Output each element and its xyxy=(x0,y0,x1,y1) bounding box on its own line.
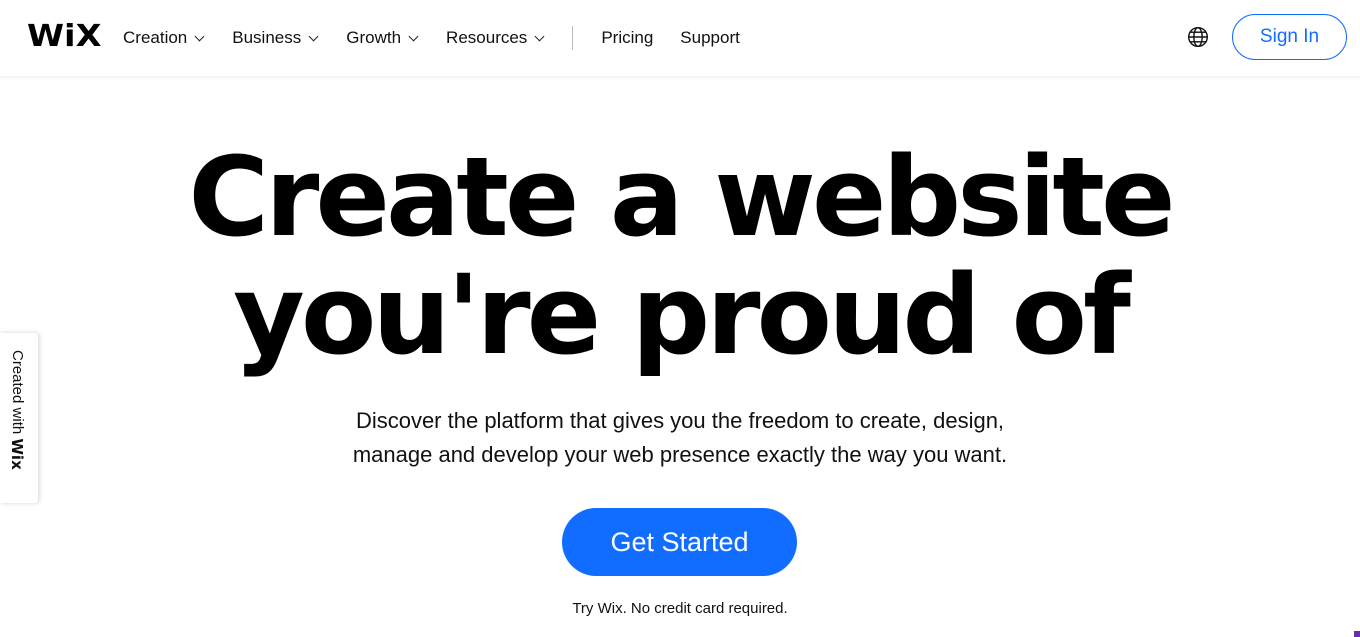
nav-item-resources[interactable]: Resources xyxy=(446,28,545,48)
main-nav: Creation Business Growth Resources Prici… xyxy=(123,0,740,76)
nav-item-label: Creation xyxy=(123,28,188,47)
nav-divider xyxy=(572,26,574,50)
hero-title-line-1: Create a website xyxy=(188,133,1175,261)
nav-item-label: Growth xyxy=(346,28,402,47)
chevron-down-icon xyxy=(194,31,205,41)
wix-logo[interactable]: WiX xyxy=(27,20,101,54)
nav-item-label: Resources xyxy=(446,28,528,47)
chevron-down-icon xyxy=(534,31,545,41)
nav-item-label: Support xyxy=(680,28,740,47)
sign-in-button[interactable]: Sign In xyxy=(1232,14,1347,60)
nav-item-label: Business xyxy=(232,28,302,47)
nav-item-business[interactable]: Business xyxy=(232,28,319,48)
nav-item-growth[interactable]: Growth xyxy=(346,28,419,48)
nav-item-pricing[interactable]: Pricing xyxy=(601,28,653,48)
get-started-button[interactable]: Get Started xyxy=(562,508,797,576)
no-credit-card-note: Try Wix. No credit card required. xyxy=(572,600,788,617)
top-navigation-bar: WiX Creation Business Growth Resources P… xyxy=(0,0,1360,76)
nav-item-creation[interactable]: Creation xyxy=(123,28,205,48)
chevron-down-icon xyxy=(308,31,319,41)
chevron-down-icon xyxy=(408,31,419,41)
globe-icon[interactable] xyxy=(1187,26,1209,48)
hero-subtitle-line-2: manage and develop your web presence exa… xyxy=(352,442,1008,467)
nav-item-support[interactable]: Support xyxy=(680,28,740,48)
hero-subtitle: Discover the platform that gives you the… xyxy=(0,404,1360,472)
hero-subtitle-line-1: Discover the platform that gives you the… xyxy=(355,408,1005,433)
hero-title-line-2: you're proud of xyxy=(233,251,1131,379)
hero-title: Create a website you're proud of xyxy=(0,138,1360,374)
page: WiX Creation Business Growth Resources P… xyxy=(0,0,1360,637)
corner-accent xyxy=(1354,631,1360,637)
nav-item-label: Pricing xyxy=(601,28,654,47)
